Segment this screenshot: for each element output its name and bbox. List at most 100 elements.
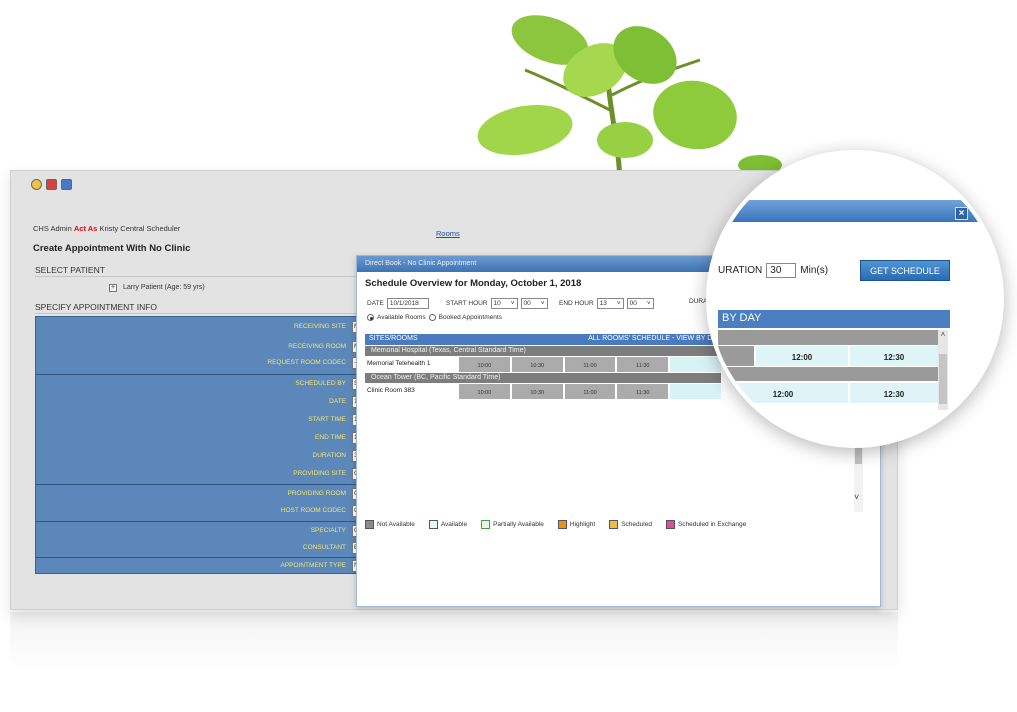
duration-input[interactable]: 30 — [766, 263, 797, 278]
date-input[interactable]: 10/1/2018 — [386, 298, 429, 309]
time-slot[interactable]: 10:30 — [511, 384, 563, 399]
field-label: CONSULTANT — [302, 544, 346, 551]
time-slot[interactable]: 11:00 — [564, 384, 616, 399]
field-label: PROVIDING SITE — [293, 470, 346, 477]
available-rooms-label: Available Rooms — [377, 314, 426, 321]
duration-unit: Min(s) — [800, 265, 829, 276]
calendar-icon[interactable] — [46, 179, 57, 190]
start-minute-value: 00 — [523, 300, 531, 307]
end-minute-value: 00 — [629, 300, 637, 307]
page-title: Create Appointment With No Clinic — [33, 243, 191, 254]
scrollbar-thumb[interactable] — [939, 354, 947, 404]
legend-item: Not Available — [365, 520, 415, 529]
close-icon[interactable]: × — [955, 207, 968, 220]
user-info: CHS Admin Act As Kristy Central Schedule… — [33, 224, 180, 233]
room-row: Memorial Telehealth 1 10:00 10:30 11:00 … — [365, 357, 721, 372]
chevron-down-icon: ˅ — [510, 300, 515, 307]
user-name: Kristy Central Scheduler — [99, 224, 181, 233]
start-hour-control: START HOUR 10 ˅ 00 ˅ — [446, 298, 548, 309]
time-slot[interactable]: 10:30 — [511, 357, 563, 372]
room-name[interactable]: Clinic Room 383 — [365, 384, 457, 399]
field-label: PROVIDING ROOM — [287, 490, 346, 497]
field-label: DATE — [329, 398, 346, 405]
legend-swatch — [609, 520, 619, 529]
appointment-form: RECEIVING SITEMe RECEIVING ROOMMe REQUES… — [35, 316, 368, 575]
field-duration: DURATION30 — [36, 448, 368, 465]
chevron-down-icon: ˅ — [646, 300, 651, 307]
time-slot[interactable]: 12:30 — [850, 383, 938, 403]
legend-swatch — [481, 520, 491, 529]
available-rooms-radio[interactable] — [367, 314, 374, 321]
field-request-room-codec: REQUEST ROOM CODEC-- N — [36, 355, 368, 372]
end-hour-select[interactable]: 13 ˅ — [596, 298, 624, 309]
all-rooms-header: ALL ROOMS' SCHEDULE - VIEW BY DA — [588, 335, 717, 342]
user-icon[interactable] — [31, 179, 42, 190]
schedule-grid: SITES/ROOMS ALL ROOMS' SCHEDULE - VIEW B… — [365, 334, 721, 399]
field-label: REQUEST ROOM CODEC — [267, 359, 346, 366]
field-label: RECEIVING ROOM — [288, 343, 346, 350]
time-slot[interactable]: 12:30 — [850, 346, 938, 366]
time-slot[interactable]: 11:30 — [617, 357, 669, 372]
field-label: HOST ROOM CODEC — [280, 507, 346, 514]
get-schedule-button[interactable]: GET SCHEDULE — [860, 260, 950, 281]
chevron-down-icon: ˅ — [540, 300, 545, 307]
end-hour-label: END HOUR — [559, 300, 594, 307]
legend-swatch — [365, 520, 374, 529]
legend-label: Highlight — [569, 521, 596, 528]
end-minute-select[interactable]: 00 ˅ — [626, 298, 654, 309]
user-role: CHS Admin — [33, 224, 72, 233]
date-label: DATE — [367, 300, 384, 307]
legend-label: Partially Available — [493, 521, 544, 528]
start-minute-select[interactable]: 00 ˅ — [520, 298, 548, 309]
field-label: SCHEDULED BY — [295, 380, 346, 387]
field-start-time: START TIME10:0 — [36, 412, 368, 429]
booked-appointments-label: Booked Appointments — [438, 314, 502, 321]
legend: Not Available Available Partially Availa… — [365, 520, 746, 529]
legend-item: Scheduled in Exchange — [665, 520, 746, 529]
duration-label: URATION — [718, 265, 763, 276]
field-date: DATE10/( — [36, 394, 368, 411]
time-slot[interactable] — [670, 384, 721, 399]
zoom-magnifier: × URATION 30 Min(s) GET SCHEDULE BY DAY … — [706, 150, 1004, 448]
field-host-room-codec: HOST ROOM CODECClin — [36, 503, 368, 520]
patient-name: Larry Patient (Age: 59 yrs) — [122, 284, 205, 291]
field-specialty: SPECIALTYCa — [36, 523, 368, 540]
legend-swatch — [665, 520, 675, 529]
field-scheduled-by: SCHEDULED BYSch — [36, 376, 368, 393]
field-label: SPECIALTY — [310, 527, 346, 534]
field-appointment-type: APPOINTMENT TYPENe — [36, 558, 368, 575]
zoom-room-row: 12:00 12:30 — [718, 383, 948, 405]
booked-appointments-radio[interactable] — [428, 314, 436, 321]
field-providing-site: PROVIDING SITEOc — [36, 466, 368, 483]
start-hour-select[interactable]: 10 ˅ — [490, 298, 518, 309]
zoom-site-row — [718, 367, 948, 381]
site-row: Memorial Hospital (Texas, Central Standa… — [365, 346, 721, 356]
time-slot[interactable]: 12:00 — [756, 346, 848, 366]
scroll-down-icon[interactable]: ˅ — [854, 492, 859, 502]
chevron-up-icon[interactable]: ˄ — [938, 330, 948, 339]
time-slot[interactable]: 12:00 — [718, 383, 848, 403]
zoom-scrollbar[interactable]: ˄ — [938, 330, 948, 410]
room-name[interactable]: Memorial Telehealth 1 — [365, 357, 457, 372]
toolbar-icons — [31, 179, 72, 190]
time-slot[interactable]: 11:00 — [564, 357, 616, 372]
zoom-room-row: 12:00 12:30 — [718, 346, 948, 366]
time-slot[interactable] — [670, 357, 721, 372]
zoom-duration-control: URATION 30 Min(s) — [718, 263, 828, 278]
time-slot[interactable]: 11:30 — [617, 384, 669, 399]
divider — [36, 374, 368, 375]
by-day-header: BY DAY — [718, 310, 950, 328]
appointment-info-heading: SPECIFY APPOINTMENT INFO — [35, 302, 365, 314]
grid-icon[interactable] — [61, 179, 72, 190]
rooms-link[interactable]: Rooms — [436, 229, 460, 238]
time-slot[interactable]: 10:00 — [459, 384, 510, 399]
schedule-heading: Schedule Overview for Monday, October 1,… — [365, 278, 582, 289]
expand-icon[interactable]: + — [109, 284, 117, 292]
start-hour-label: START HOUR — [446, 300, 488, 307]
room-row: Clinic Room 383 10:00 10:30 11:00 11:30 — [365, 384, 721, 399]
patient-row[interactable]: + Larry Patient (Age: 59 yrs) — [109, 284, 205, 292]
end-hour-value: 13 — [599, 300, 607, 307]
legend-label: Available — [440, 521, 468, 528]
legend-item: Partially Available — [481, 520, 544, 529]
time-slot[interactable]: 10:00 — [459, 357, 510, 372]
